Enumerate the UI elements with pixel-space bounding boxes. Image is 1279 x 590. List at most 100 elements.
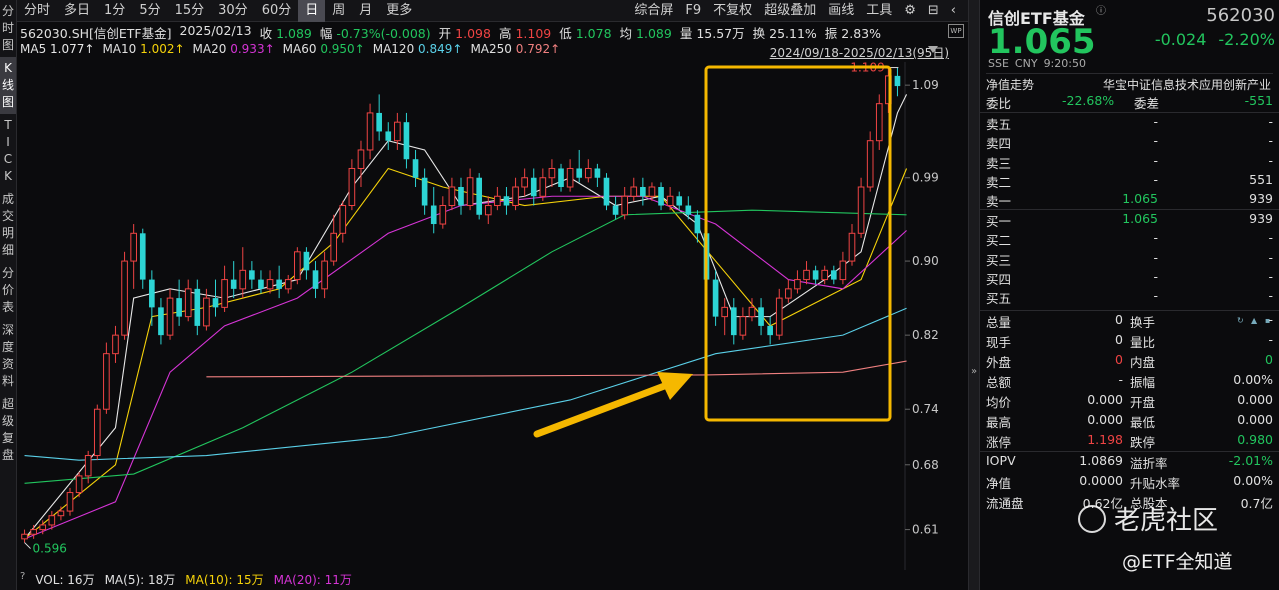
- tab-10[interactable]: 更多: [379, 0, 419, 22]
- tab-5[interactable]: 30分: [211, 0, 255, 22]
- fund-code: 562030: [1206, 5, 1275, 26]
- expand-icon: »: [971, 366, 978, 377]
- candle-body: [539, 177, 547, 197]
- bid-row[interactable]: 买二 - -: [986, 230, 1273, 249]
- price-change: -0.024 -2.20%: [1155, 30, 1275, 49]
- gear-icon[interactable]: ⚙: [898, 0, 922, 22]
- rail-item-2[interactable]: TICK: [0, 114, 16, 188]
- candle-body: [866, 140, 874, 188]
- y-tick-label: 0.90: [912, 254, 939, 268]
- ma-legend-ma60: MA60 0.950↑: [282, 42, 365, 56]
- tab-7[interactable]: 日: [298, 0, 326, 22]
- range-label[interactable]: 2024/09/18-2025/02/13(95日): [770, 44, 949, 61]
- vol-ma10: MA(10): 15万: [185, 573, 264, 587]
- rail-item-4[interactable]: 分价表: [0, 262, 16, 319]
- nav-row[interactable]: 净值走势 华宝中证信息技术应用创新产业: [986, 73, 1273, 92]
- bid-row[interactable]: 买三 - -: [986, 250, 1273, 269]
- tab-8[interactable]: 周: [325, 0, 352, 22]
- candle-body: [176, 298, 182, 317]
- candle-body: [357, 149, 365, 169]
- ask-row[interactable]: 卖三 - -: [986, 153, 1273, 172]
- ask-row[interactable]: 卖二 -551: [986, 172, 1273, 191]
- candle-body: [39, 524, 47, 531]
- quote-swing: 振 2.83%: [824, 26, 882, 41]
- bid-row[interactable]: 买一 1.065 939: [986, 211, 1273, 230]
- weibi-row: 委比 -22.68% 委差 -551: [986, 93, 1273, 111]
- range-dropdown-icon[interactable]: [928, 46, 938, 53]
- rail-item-1[interactable]: K线图: [0, 57, 16, 114]
- settings-icon[interactable]: ?: [20, 571, 25, 588]
- rail-item-3[interactable]: 成交明细: [0, 188, 16, 262]
- toolbar-item-0[interactable]: 综合屏: [628, 0, 679, 22]
- toolbar-item-1[interactable]: F9: [679, 0, 707, 22]
- candle-body: [566, 167, 574, 188]
- candle-body: [166, 297, 174, 336]
- ma-line-ma20: [24, 195, 907, 540]
- ask-row[interactable]: 卖一 1.065 939: [986, 191, 1273, 210]
- candle-body: [103, 353, 110, 410]
- highlight-box: [704, 65, 892, 422]
- quote-turn: 换 25.11%: [752, 26, 817, 41]
- bid-row[interactable]: 买四 - -: [986, 269, 1273, 288]
- candle-body: [458, 187, 464, 206]
- candle-body: [558, 168, 564, 187]
- y-tick-label: 0.82: [912, 328, 939, 342]
- candle-body: [612, 205, 619, 215]
- rail-item-0[interactable]: 分时图: [0, 0, 16, 57]
- tab-3[interactable]: 5分: [132, 0, 167, 22]
- y-tick-label: 0.61: [912, 523, 939, 537]
- nav-label: 净值走势: [986, 78, 1035, 92]
- candle-body: [66, 492, 74, 512]
- toolbar-item-4[interactable]: 画线: [822, 0, 860, 22]
- tab-6[interactable]: 60分: [255, 0, 299, 22]
- rail-item-6[interactable]: 超级复盘: [0, 393, 16, 467]
- ma-line-ma250: [206, 360, 907, 378]
- wp-badge[interactable]: WP: [948, 24, 964, 38]
- candle-body: [803, 269, 810, 281]
- min-price-label: 0.596: [33, 542, 67, 556]
- tab-4[interactable]: 15分: [168, 0, 212, 22]
- candle-body: [212, 298, 219, 308]
- candle-body: [258, 279, 264, 289]
- tab-2[interactable]: 1分: [97, 0, 132, 22]
- info-icon[interactable]: ⓘ: [1094, 6, 1108, 20]
- candle-body: [666, 195, 674, 207]
- candle-body: [584, 167, 592, 179]
- collapse-icon[interactable]: ‹: [945, 0, 962, 22]
- rail-item-5[interactable]: 深度资料: [0, 319, 16, 393]
- layout-icon[interactable]: ⊟: [922, 0, 945, 22]
- toolbar-item-2[interactable]: 不复权: [707, 0, 758, 22]
- bid-row[interactable]: 买五 - -: [986, 288, 1273, 307]
- candle-body: [312, 270, 319, 289]
- quote-vol: 量 15.57万: [679, 26, 745, 41]
- candle-body: [194, 288, 201, 326]
- tab-0[interactable]: 分时: [17, 0, 57, 22]
- tab-1[interactable]: 多日: [57, 0, 97, 22]
- volume-legend: ? VOL: 16万 MA(5): 18万 MA(10): 15万 MA(20)…: [20, 571, 352, 588]
- ma-line-ma5: [24, 94, 908, 540]
- candle-body: [521, 177, 528, 188]
- candle-body: [857, 186, 865, 234]
- candle-body: [321, 260, 328, 290]
- candle-body: [621, 195, 628, 216]
- ask-row[interactable]: 卖五 - -: [986, 114, 1273, 133]
- candle-body: [394, 121, 401, 142]
- candle-body: [239, 269, 247, 290]
- vol-ma20: MA(20): 11万: [273, 573, 352, 587]
- candle-body: [276, 279, 282, 289]
- panel-collapse-handle[interactable]: »: [968, 0, 980, 590]
- toolbar-item-5[interactable]: 工具: [860, 0, 898, 22]
- kline-chart[interactable]: 1.09 0.99 0.90 0.82 0.74 0.68 0.61 1.109 0.596: [17, 61, 968, 570]
- toolbar-item-3[interactable]: 超级叠加: [758, 0, 822, 22]
- candle-body: [767, 325, 773, 336]
- candle-body: [875, 103, 883, 142]
- stat-row: 总量 0 换手 -: [986, 312, 1273, 330]
- tab-9[interactable]: 月: [352, 0, 379, 22]
- quote-close: 收 1.089: [259, 26, 312, 41]
- candle-body: [848, 232, 856, 262]
- y-tick-label: 0.68: [912, 458, 939, 472]
- author-handle: @ETF全知道: [1122, 551, 1233, 573]
- candle-body: [203, 297, 210, 327]
- ask-row[interactable]: 卖四 - -: [986, 133, 1273, 152]
- stat-row: 最高 0.000 最低 0.000: [986, 412, 1273, 430]
